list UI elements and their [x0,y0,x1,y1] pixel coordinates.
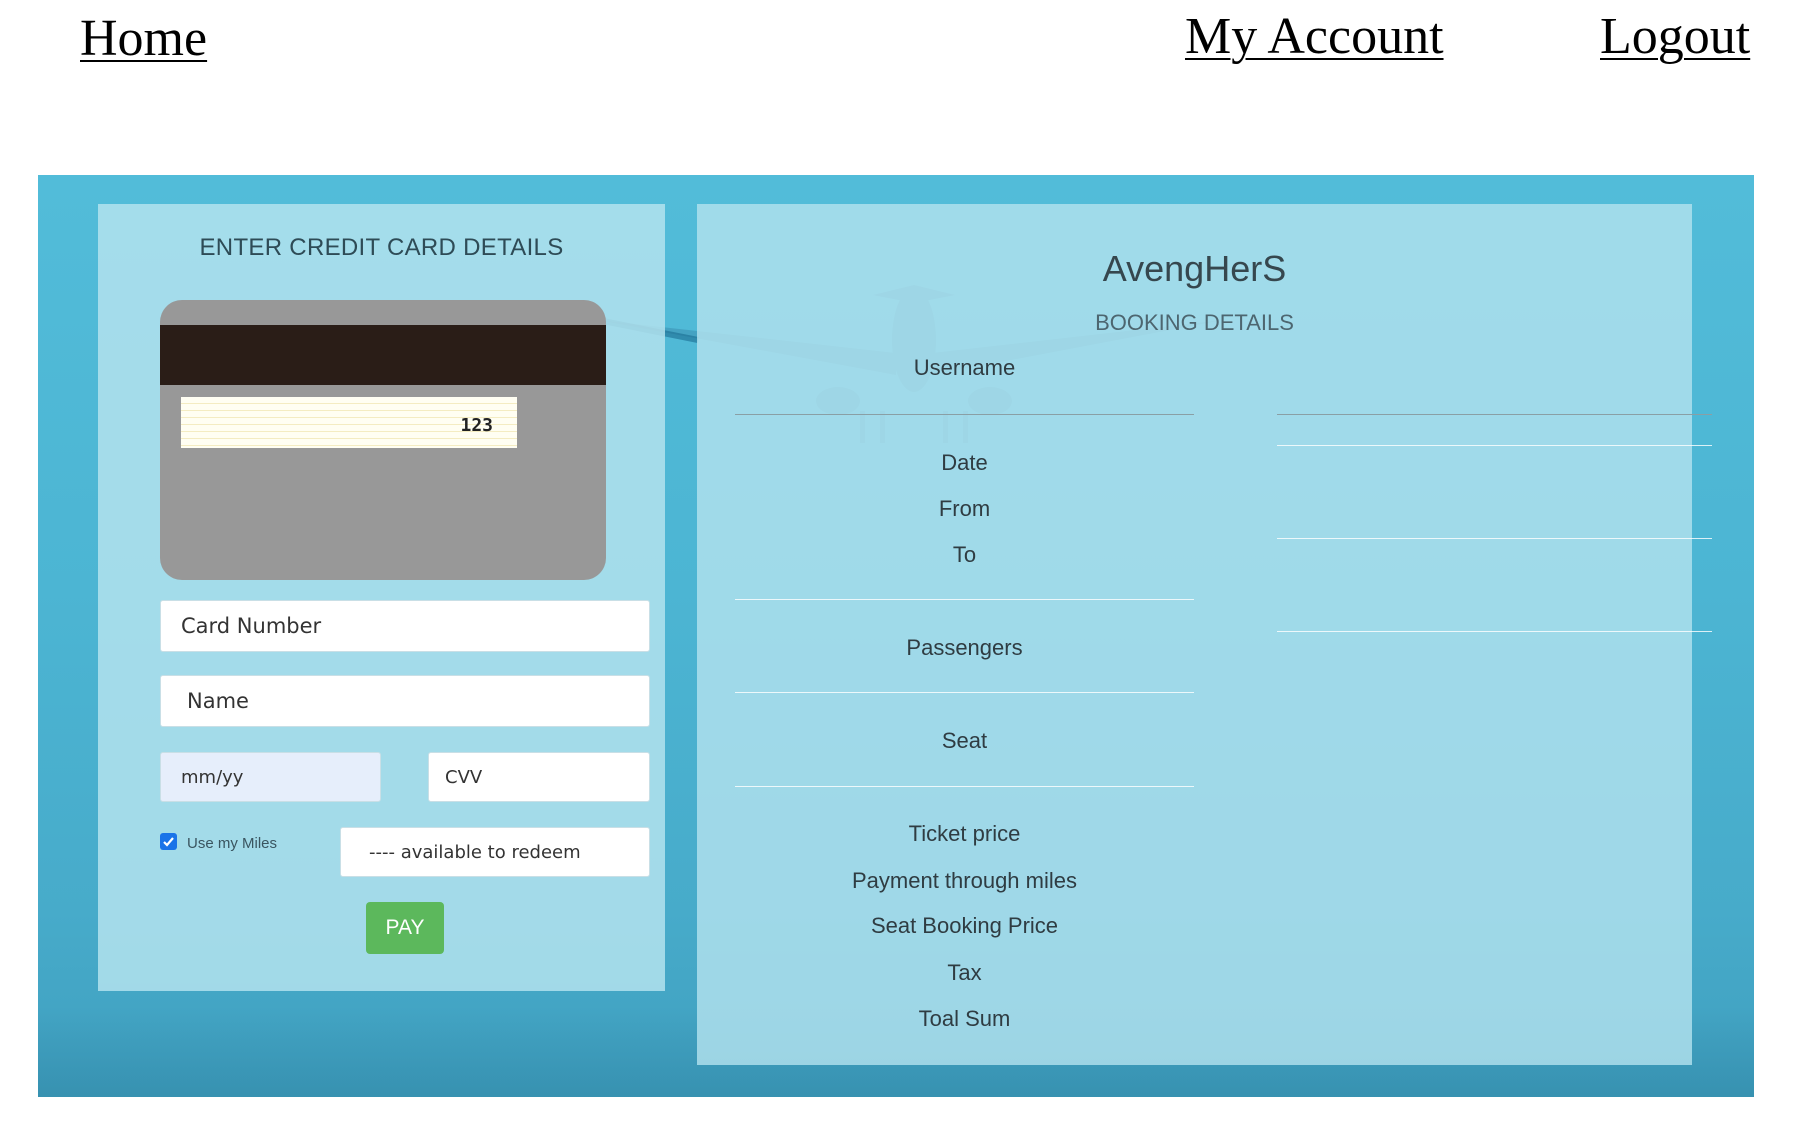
booking-details-panel: AvengHerS BOOKING DETAILS Username Date … [697,204,1712,1065]
brand-name: AvengHerS [1102,248,1287,289]
ticket-price-label: Ticket price [908,821,1021,846]
expiry-placeholder: mm/yy [181,766,244,788]
divider [735,599,1194,600]
username-value-line [1277,414,1712,415]
seat-label: Seat [941,728,988,753]
from-label: From [938,496,991,521]
divider [1277,538,1712,539]
divider [735,786,1194,787]
tax-label: Tax [947,960,982,985]
use-miles-checkbox[interactable] [160,833,177,850]
card-number-placeholder: Card Number [181,614,322,638]
passengers-label: Passengers [906,635,1023,660]
to-label: To [952,542,977,567]
divider [735,692,1194,693]
seat-booking-price-label: Seat Booking Price [870,913,1059,938]
name-placeholder: Name [187,689,249,713]
nav-my-account-link[interactable]: My Account [1185,7,1444,66]
username-line [735,414,1194,415]
cvv-input[interactable]: CVV [428,752,650,802]
miles-redeem-input[interactable]: ---- available to redeem [340,827,650,877]
credit-card-preview: 123 [160,300,606,580]
miles-available-text: ---- available to redeem [369,841,581,863]
name-input[interactable]: Name [160,675,650,727]
payment-title: ENTER CREDIT CARD DETAILS [199,234,564,261]
payment-through-miles-label: Payment through miles [852,868,1077,893]
pay-button[interactable]: PAY [366,902,444,954]
use-miles-label: Use my Miles [187,835,278,852]
divider [1277,631,1712,632]
nav-logout-link[interactable]: Logout [1600,7,1750,66]
card-preview-cvv: 123 [460,415,493,436]
nav-home-link[interactable]: Home [80,9,207,68]
card-number-input[interactable]: Card Number [160,600,650,652]
date-label: Date [941,450,988,475]
divider [1277,445,1712,446]
booking-banner: ENTER CREDIT CARD DETAILS 123 Card Numbe… [38,175,1754,1097]
cvv-placeholder: CVV [445,766,483,788]
total-sum-label: Toal Sum [918,1006,1011,1031]
card-magnetic-stripe [160,325,606,385]
expiry-input[interactable]: mm/yy [160,752,381,802]
username-label: Username [913,355,1016,380]
card-signature-strip: 123 [181,397,517,448]
booking-details-heading: BOOKING DETAILS [1095,310,1294,335]
payment-panel: ENTER CREDIT CARD DETAILS 123 Card Numbe… [98,204,665,991]
checkmark-icon [163,837,174,847]
